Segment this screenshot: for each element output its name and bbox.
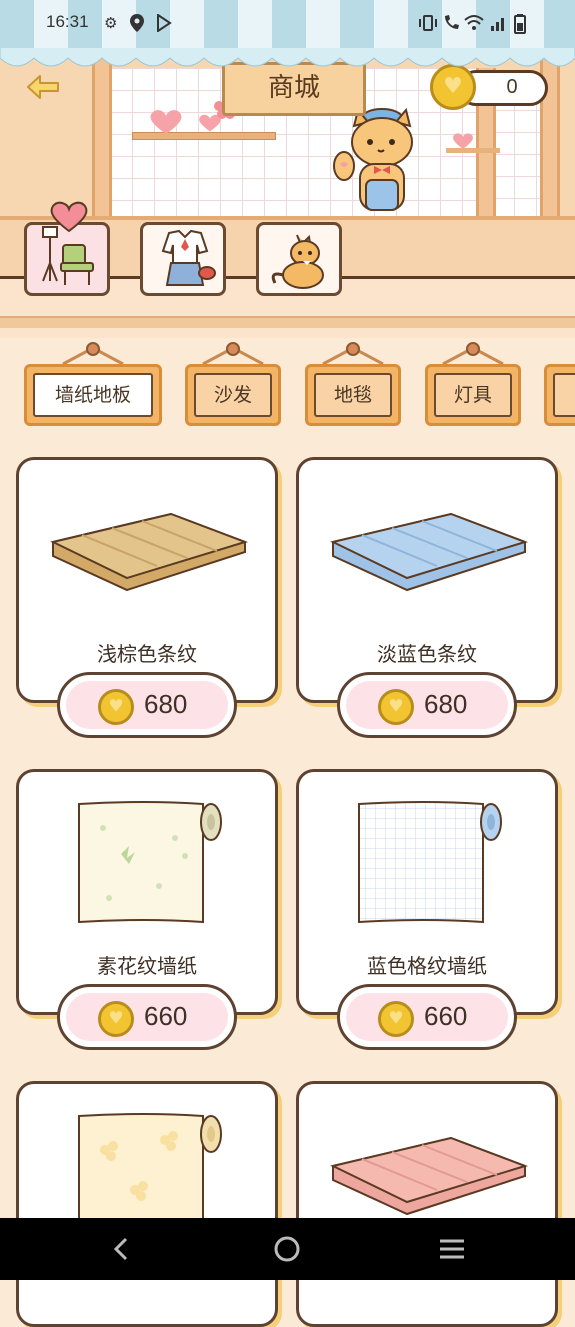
wallpaper-roll-image [78,801,222,924]
category-furniture-tab[interactable] [24,201,110,296]
coin-icon: ♥ [378,1001,414,1037]
coin-icon: ♥ [378,689,414,725]
subtab-more[interactable] [544,342,575,428]
chair-lamp-icon [42,226,94,285]
battery-icon [514,14,526,38]
item-name: 淡蓝色条纹 [377,642,477,666]
subtab-rug[interactable]: 地毯 [305,342,401,428]
price-button[interactable]: ♥ 680 [337,672,517,738]
nav-back-button[interactable] [104,1234,140,1264]
item-price: 680 [424,689,468,719]
signal-icon [490,14,508,36]
item-card[interactable] [296,1081,558,1327]
gear-icon: ⚙ [104,14,118,32]
subtab-label: 灯具 [434,373,512,417]
heart-decor-icon [150,110,182,134]
coin-icon: ♥ [98,689,134,725]
item-card[interactable]: 素花纹墙纸 [16,769,278,1015]
floor-tile-image [330,512,529,592]
floor-tile-image [330,1136,529,1216]
subtab-sofa[interactable]: 沙发 [185,342,281,428]
nav-home-button[interactable] [269,1234,305,1264]
subtab-label: 地毯 [314,373,392,417]
chevron-left-icon [113,1237,128,1261]
heart-decor-icon [453,133,473,149]
arrow-left-icon [27,75,59,99]
price-button[interactable]: ♥ 660 [337,984,517,1050]
coin-count: 0 [506,76,518,98]
shopkeeper-cat [333,107,413,211]
coin-icon: ♥ [98,1001,134,1037]
subtab-wallpaper-floor[interactable]: 墙纸地板 [24,342,162,428]
item-name: 浅棕色条纹 [97,642,197,666]
status-bar: 16:31 ⚙ [0,0,575,48]
item-card[interactable]: 浅棕色条纹 [16,457,278,703]
system-nav-bar [0,1218,575,1280]
item-price: 660 [144,1001,188,1031]
outfit-icon [161,229,216,286]
item-name: 素花纹墙纸 [97,954,197,978]
wifi-call-icon [442,14,462,36]
play-store-icon [156,13,172,36]
price-button[interactable]: ♥ 680 [57,672,237,738]
subtab-label: 沙发 [194,373,272,417]
item-card[interactable] [16,1081,278,1327]
item-card[interactable]: 淡蓝色条纹 [296,457,558,703]
vibrate-icon [418,14,438,36]
wifi-icon [464,14,484,36]
category-clothing-tab[interactable] [140,222,226,296]
cat-icon [271,234,324,289]
price-button[interactable]: ♥ 660 [57,984,237,1050]
awning [0,44,575,67]
nav-recents-button[interactable] [434,1234,470,1264]
subtab-label: 墙纸地板 [33,373,153,417]
circle-home-icon [274,1236,300,1262]
subtab-lamp[interactable]: 灯具 [425,342,521,428]
category-cat-tab[interactable] [256,222,342,296]
item-price: 680 [144,689,188,719]
location-pin-icon [130,14,144,36]
item-card[interactable]: 蓝色格纹墙纸 [296,769,558,1015]
item-name: 蓝色格纹墙纸 [367,954,487,978]
floor-tile-image [50,512,249,592]
item-price: 660 [424,1001,468,1031]
status-time: 16:31 [46,12,89,31]
back-button[interactable] [24,72,64,102]
menu-lines-icon [440,1239,464,1259]
heart-badge-icon [50,201,88,233]
wallpaper-roll-image [358,801,502,924]
